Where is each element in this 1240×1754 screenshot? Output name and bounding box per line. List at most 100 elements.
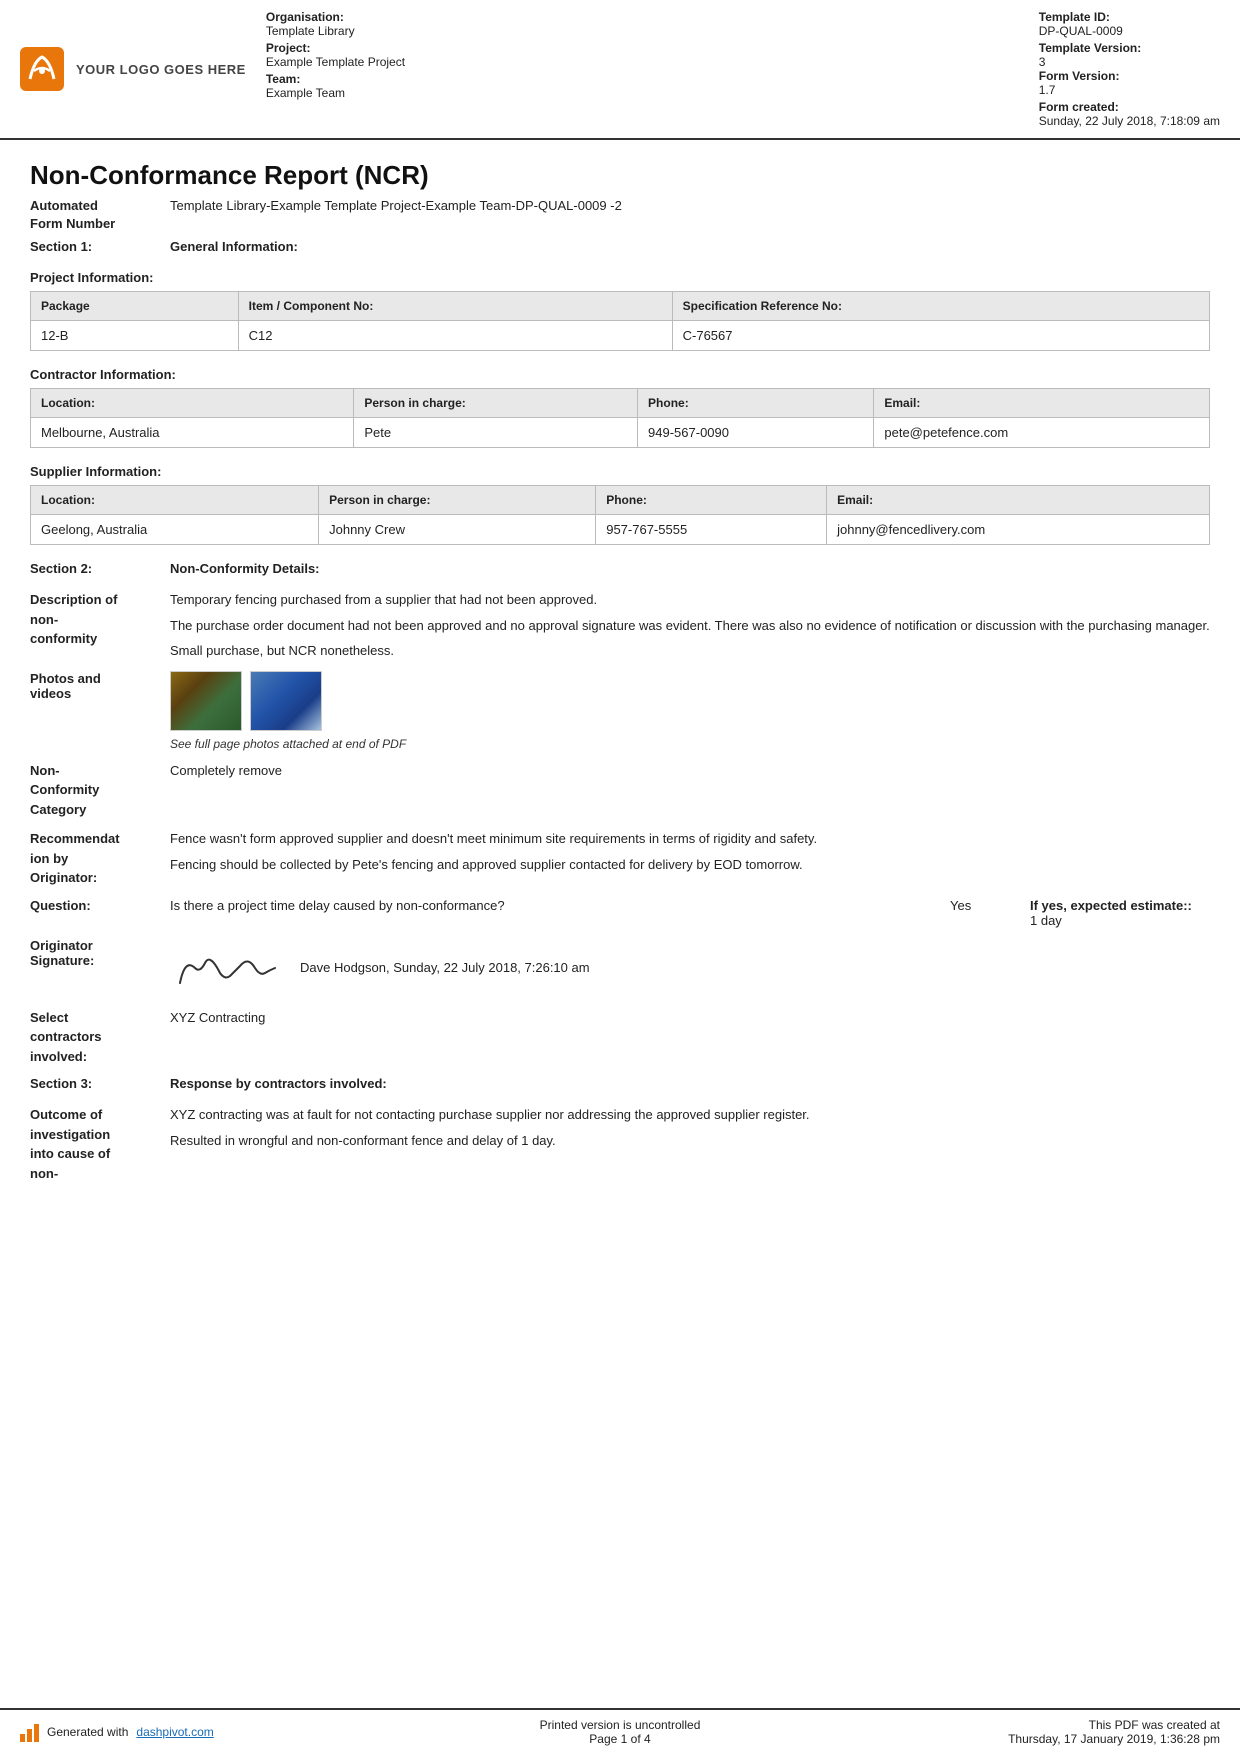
logo-icon	[20, 47, 64, 91]
footer-center: Printed version is uncontrolled Page 1 o…	[340, 1718, 900, 1746]
question-row: Question: Is there a project time delay …	[30, 898, 1210, 928]
section1-label: Section 1:	[30, 239, 170, 254]
project-col-spec: Specification Reference No:	[672, 292, 1209, 321]
template-id-label: Template ID:	[1039, 10, 1220, 24]
contractor-info-table: Location: Person in charge: Phone: Email…	[30, 388, 1210, 448]
section3-title: Response by contractors involved:	[170, 1076, 387, 1091]
project-item-value: C12	[238, 321, 672, 351]
section3-label: Section 3:	[30, 1076, 170, 1091]
supplier-person-value: Johnny Crew	[319, 515, 596, 545]
nc-category-row: Non-ConformityCategory Completely remove	[30, 761, 1210, 820]
supplier-col-person: Person in charge:	[319, 486, 596, 515]
template-version-row: Template Version: 3 Form Version: 1.7	[1039, 41, 1220, 97]
recommendation-line-1: Fence wasn't form approved supplier and …	[170, 829, 1210, 849]
org-row: Organisation: Template Library	[266, 10, 405, 38]
project-spec-value: C-76567	[672, 321, 1209, 351]
question-estimate: If yes, expected estimate:: 1 day	[1030, 898, 1210, 928]
signature-label: OriginatorSignature:	[30, 938, 170, 968]
supplier-info-title: Supplier Information:	[30, 464, 1210, 479]
contractor-table-header: Location: Person in charge: Phone: Email…	[31, 389, 1210, 418]
description-row: Description ofnon-conformity Temporary f…	[30, 590, 1210, 661]
photos-row: Photos andvideos See full page photos at…	[30, 671, 1210, 751]
footer: Generated with dashpivot.com Printed ver…	[0, 1708, 1240, 1754]
footer-dashpivot-link[interactable]: dashpivot.com	[136, 1725, 213, 1739]
template-version-label: Template Version:	[1039, 41, 1220, 55]
team-label: Team:	[266, 72, 405, 86]
template-id-row: Template ID: DP-QUAL-0009	[1039, 10, 1220, 38]
description-line-3: Small purchase, but NCR nonetheless.	[170, 641, 1210, 661]
contractor-phone-value: 949-567-0090	[638, 418, 874, 448]
description-label: Description ofnon-conformity	[30, 590, 170, 649]
outcome-line-1: XYZ contracting was at fault for not con…	[170, 1105, 1210, 1125]
form-created-label: Form created:	[1039, 100, 1220, 114]
outcome-value: XYZ contracting was at fault for not con…	[170, 1105, 1210, 1150]
project-value: Example Template Project	[266, 55, 405, 69]
footer-right: This PDF was created at Thursday, 17 Jan…	[900, 1718, 1220, 1746]
signature-meta: Dave Hodgson, Sunday, 22 July 2018, 7:26…	[300, 960, 590, 975]
main-content: Non-Conformance Report (NCR) AutomatedFo…	[0, 140, 1240, 1708]
section1-title: General Information:	[170, 239, 298, 254]
header-meta-left: Organisation: Template Library Project: …	[266, 10, 405, 128]
footer-pdf-date: Thursday, 17 January 2019, 1:36:28 pm	[900, 1732, 1220, 1746]
project-info-table: Package Item / Component No: Specificati…	[30, 291, 1210, 351]
contractor-col-phone: Phone:	[638, 389, 874, 418]
project-info-title: Project Information:	[30, 270, 1210, 285]
section1-header: Section 1: General Information:	[30, 239, 1210, 254]
project-table-header: Package Item / Component No: Specificati…	[31, 292, 1210, 321]
description-value: Temporary fencing purchased from a suppl…	[170, 590, 1210, 661]
outcome-row: Outcome ofinvestigationinto cause ofnon-…	[30, 1105, 1210, 1183]
question-estimate-value: 1 day	[1030, 913, 1062, 928]
outcome-line-2: Resulted in wrongful and non-conformant …	[170, 1131, 1210, 1151]
project-label: Project:	[266, 41, 405, 55]
supplier-phone-value: 957-767-5555	[596, 515, 827, 545]
footer-pdf-created: This PDF was created at	[900, 1718, 1220, 1732]
form-version-value: 1.7	[1039, 83, 1220, 97]
supplier-email-value: johnny@fencedlivery.com	[827, 515, 1210, 545]
form-created-value: Sunday, 22 July 2018, 7:18:09 am	[1039, 114, 1220, 128]
signature-row: OriginatorSignature: Dave Hodgson, Sunda…	[30, 938, 1210, 998]
team-row: Team: Example Team	[266, 72, 405, 100]
photos-label: Photos andvideos	[30, 671, 170, 701]
outcome-label: Outcome ofinvestigationinto cause ofnon-	[30, 1105, 170, 1183]
supplier-col-email: Email:	[827, 486, 1210, 515]
recommendation-row: Recommendation byOriginator: Fence wasn'…	[30, 829, 1210, 888]
contractor-col-location: Location:	[31, 389, 354, 418]
footer-left: Generated with dashpivot.com	[20, 1722, 340, 1742]
photos-content: See full page photos attached at end of …	[170, 671, 1210, 751]
section2-title: Non-Conformity Details:	[170, 561, 320, 576]
question-text: Is there a project time delay caused by …	[170, 898, 930, 913]
form-number-value: Template Library-Example Template Projec…	[170, 197, 622, 215]
description-line-1: Temporary fencing purchased from a suppl…	[170, 590, 1210, 610]
footer-uncontrolled: Printed version is uncontrolled	[340, 1718, 900, 1732]
template-id-value: DP-QUAL-0009	[1039, 24, 1220, 38]
section3-header: Section 3: Response by contractors invol…	[30, 1076, 1210, 1091]
contractor-location-value: Melbourne, Australia	[31, 418, 354, 448]
page-title: Non-Conformance Report (NCR)	[30, 160, 1210, 191]
recommendation-value: Fence wasn't form approved supplier and …	[170, 829, 1210, 874]
contractor-table-row: Melbourne, Australia Pete 949-567-0090 p…	[31, 418, 1210, 448]
signature-content: Dave Hodgson, Sunday, 22 July 2018, 7:26…	[170, 938, 1210, 998]
header-meta-right: Template ID: DP-QUAL-0009 Template Versi…	[1039, 10, 1220, 128]
project-table-row: 12-B C12 C-76567	[31, 321, 1210, 351]
signature-svg	[170, 938, 280, 998]
form-number-row: AutomatedForm Number Template Library-Ex…	[30, 197, 1210, 233]
supplier-col-phone: Phone:	[596, 486, 827, 515]
template-version-value: 3	[1039, 55, 1220, 69]
section2-label: Section 2:	[30, 561, 170, 576]
question-estimate-label: If yes, expected estimate::	[1030, 898, 1192, 913]
logo-area: YOUR LOGO GOES HERE	[20, 10, 246, 128]
org-value: Template Library	[266, 24, 405, 38]
logo-text: YOUR LOGO GOES HERE	[76, 62, 246, 77]
supplier-location-value: Geelong, Australia	[31, 515, 319, 545]
header-meta: Organisation: Template Library Project: …	[266, 10, 1220, 128]
contractor-email-value: pete@petefence.com	[874, 418, 1210, 448]
section2-header: Section 2: Non-Conformity Details:	[30, 561, 1210, 576]
contractor-col-email: Email:	[874, 389, 1210, 418]
project-col-item: Item / Component No:	[238, 292, 672, 321]
description-line-2: The purchase order document had not been…	[170, 616, 1210, 636]
nc-category-value: Completely remove	[170, 761, 1210, 781]
recommendation-label: Recommendation byOriginator:	[30, 829, 170, 888]
photos-thumbs	[170, 671, 1210, 731]
nc-category-label: Non-ConformityCategory	[30, 761, 170, 820]
question-answer: Yes	[950, 898, 1010, 913]
